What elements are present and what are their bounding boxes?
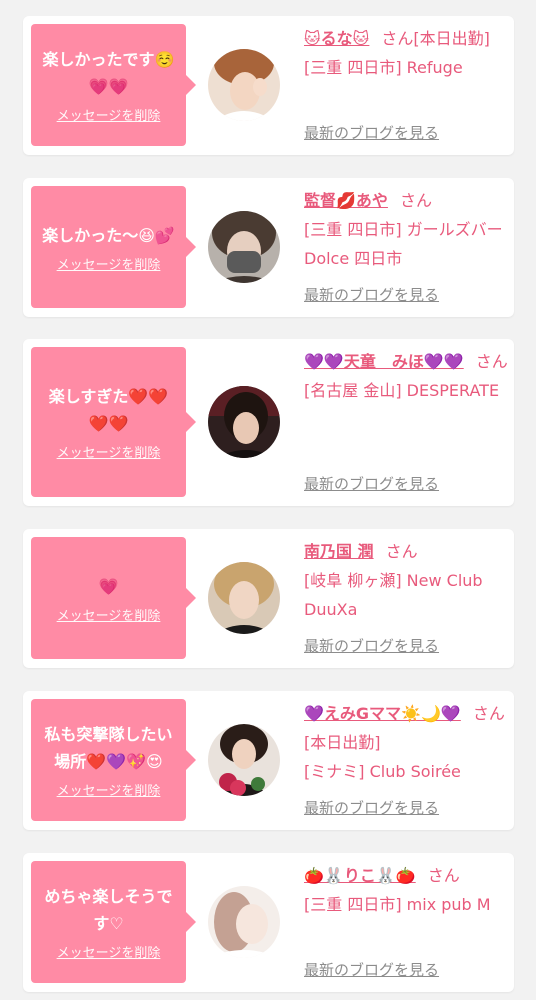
message-bubble: 💗 メッセージを削除 [31, 537, 196, 659]
cast-info: 🐱るな🐱 さん[本日出勤] [三重 四日市] Refuge [304, 24, 509, 82]
cast-info: 南乃国 潤さん [岐阜 柳ヶ瀬] New Club DuuXa [304, 537, 509, 624]
list-item: 私も突撃隊したい場所❤️💜💖😍 メッセージを削除 💜えみGママ☀️🌙💜 さん [本日… [23, 691, 514, 830]
message-bubble: 楽しかった〜😆💕 メッセージを削除 [31, 186, 196, 308]
message-text: 楽しかったです☺️💗💗 [42, 50, 175, 96]
list-item: 楽しかった〜😆💕 メッセージを削除 監督💋あや さん [三重 四日市] ガールズバ… [23, 178, 514, 317]
avatar[interactable] [208, 886, 280, 958]
honorific: さん [381, 29, 414, 48]
shop-name: [ミナミ] Club Soirée [304, 762, 461, 781]
honorific: さん [399, 191, 432, 210]
status-badge: [本日出勤] [304, 733, 381, 752]
avatar[interactable] [208, 724, 280, 796]
status-badge: [本日出勤] [413, 29, 490, 48]
delete-message-link[interactable]: メッセージを削除 [57, 605, 161, 624]
delete-message-link[interactable]: メッセージを削除 [57, 442, 161, 461]
honorific: さん [385, 542, 418, 561]
shop-name: [三重 四日市] mix pub M [304, 895, 491, 914]
latest-blog-link[interactable]: 最新のブログを見る [304, 122, 439, 143]
cast-name-link[interactable]: 🍅🐰りこ🐰🍅 [304, 866, 416, 885]
avatar[interactable] [208, 386, 280, 458]
latest-blog-link[interactable]: 最新のブログを見る [304, 473, 439, 494]
list-item: 楽しかったです☺️💗💗 メッセージを削除 🐱るな🐱 さん[本日出勤] [三重 四日… [23, 16, 514, 155]
delete-message-link[interactable]: メッセージを削除 [57, 942, 161, 961]
cast-info: 💜💜天童 みほ💜💜 さん [名古屋 金山] DESPERATE [304, 347, 509, 405]
list-item: 💗 メッセージを削除 南乃国 潤さん [岐阜 柳ヶ瀬] New Club Duu… [23, 529, 514, 668]
delete-message-link[interactable]: メッセージを削除 [57, 254, 161, 273]
list-item: 楽しすぎた❤️❤️❤️❤️ メッセージを削除 💜💜天童 みほ💜💜 さん [名古屋 … [23, 339, 514, 506]
message-text: 楽しすぎた❤️❤️❤️❤️ [48, 387, 169, 433]
message-text: 💗 [98, 576, 119, 596]
avatar[interactable] [208, 211, 280, 283]
message-bubble: 楽しかったです☺️💗💗 メッセージを削除 [31, 24, 196, 146]
cast-info: 監督💋あや さん [三重 四日市] ガールズバー Dolce 四日市 [304, 186, 509, 273]
message-text: 楽しかった〜😆💕 [42, 225, 175, 245]
cast-info: 🍅🐰りこ🐰🍅 さん [三重 四日市] mix pub M [304, 861, 509, 919]
delete-message-link[interactable]: メッセージを削除 [57, 780, 161, 799]
delete-message-link[interactable]: メッセージを削除 [57, 105, 161, 124]
honorific: さん [472, 704, 505, 723]
shop-name: [三重 四日市] ガールズバー Dolce 四日市 [304, 220, 503, 268]
message-bubble: 楽しすぎた❤️❤️❤️❤️ メッセージを削除 [31, 347, 196, 497]
cast-name-link[interactable]: 🐱るな🐱 [304, 29, 369, 48]
latest-blog-link[interactable]: 最新のブログを見る [304, 284, 439, 305]
avatar[interactable] [208, 49, 280, 121]
message-list: 楽しかったです☺️💗💗 メッセージを削除 🐱るな🐱 さん[本日出勤] [三重 四日… [0, 0, 536, 1000]
cast-name-link[interactable]: 💜えみGママ☀️🌙💜 [304, 704, 461, 723]
honorific: さん [427, 866, 460, 885]
honorific: さん [475, 352, 508, 371]
message-text: 私も突撃隊したい場所❤️💜💖😍 [44, 725, 173, 771]
message-text: めちゃ楽しそうです♡ [44, 887, 173, 933]
latest-blog-link[interactable]: 最新のブログを見る [304, 797, 439, 818]
list-item: めちゃ楽しそうです♡ メッセージを削除 🍅🐰りこ🐰🍅 さん [三重 四日市] mi… [23, 853, 514, 992]
avatar[interactable] [208, 562, 280, 634]
cast-name-link[interactable]: 監督💋あや [304, 191, 388, 210]
shop-name: [岐阜 柳ヶ瀬] New Club DuuXa [304, 571, 483, 619]
cast-info: 💜えみGママ☀️🌙💜 さん [本日出勤] [ミナミ] Club Soirée [304, 699, 509, 786]
shop-name: [名古屋 金山] DESPERATE [304, 381, 500, 400]
cast-name-link[interactable]: 南乃国 潤 [304, 542, 374, 561]
message-bubble: 私も突撃隊したい場所❤️💜💖😍 メッセージを削除 [31, 699, 196, 821]
latest-blog-link[interactable]: 最新のブログを見る [304, 959, 439, 980]
shop-name: [三重 四日市] Refuge [304, 58, 463, 77]
message-bubble: めちゃ楽しそうです♡ メッセージを削除 [31, 861, 196, 983]
latest-blog-link[interactable]: 最新のブログを見る [304, 635, 439, 656]
cast-name-link[interactable]: 💜💜天童 みほ💜💜 [304, 352, 464, 371]
